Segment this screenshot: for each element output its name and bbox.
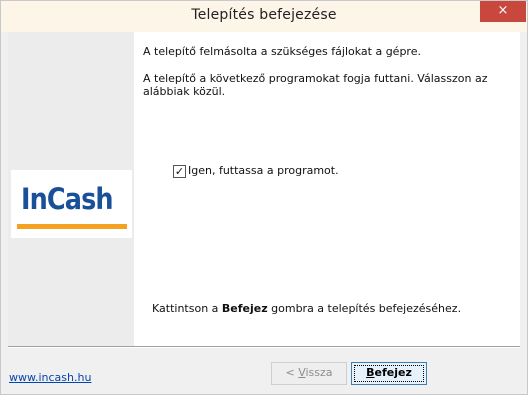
side-panel: InCash [8,32,134,346]
run-program-label[interactable]: Igen, futtassa a programot. [188,164,339,177]
logo-underline [17,224,127,229]
run-program-checkbox[interactable]: ✓ [173,165,186,178]
finish-instruction-suffix: gombra a telepítés befejezéséhez. [267,302,462,315]
setup-window: Telepítés befejezése × InCash A telepítő… [0,0,528,395]
logo-text: InCash [21,182,114,216]
programs-text: A telepítő a következő programokat fogja… [143,72,488,98]
dialog-body: InCash A telepítő felmásolta a szükséges… [8,32,520,387]
close-icon: × [497,3,509,18]
close-button[interactable]: × [480,1,526,22]
finish-instruction: Kattintson a Befejez gombra a telepítés … [152,302,461,315]
finish-button[interactable]: Befejez [351,362,427,385]
window-title: Telepítés befejezése [191,7,337,23]
website-link[interactable]: www.incash.hu [9,371,91,384]
finish-instruction-bold: Befejez [221,302,268,315]
back-button-label: issza [305,366,333,379]
back-button[interactable]: < Vissza [271,362,347,385]
incash-logo: InCash [11,170,132,238]
footer-divider-highlight [8,347,520,348]
finish-instruction-prefix: Kattintson a [152,302,222,315]
copied-files-text: A telepítő felmásolta a szükséges fájlok… [143,45,421,58]
focus-rectangle [354,365,424,382]
title-bar[interactable]: Telepítés befejezése × [1,1,527,32]
content-panel: A telepítő felmásolta a szükséges fájlok… [134,32,520,346]
back-button-prefix: < [285,366,299,379]
